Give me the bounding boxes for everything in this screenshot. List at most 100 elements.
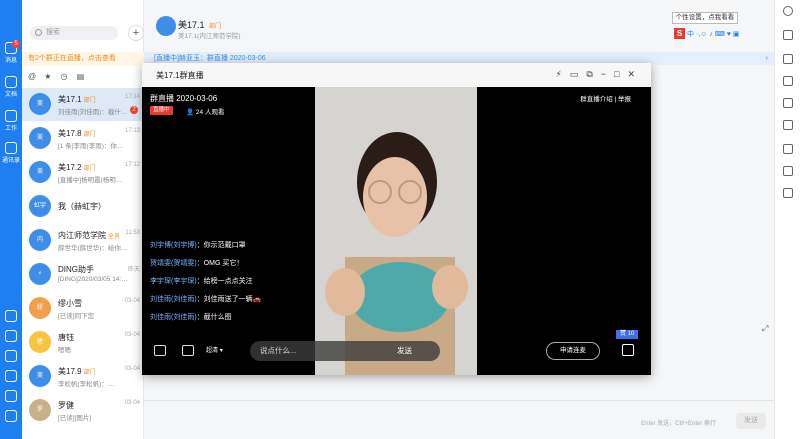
chat-time: 11:53 — [125, 230, 140, 236]
live-window: 美17.1群直播 ⚡▭⧉−□✕ 群直播 2020-03-06 直播中 👤 24 … — [142, 63, 651, 375]
settings-icon — [5, 410, 17, 422]
mention-icon[interactable]: @ — [28, 72, 42, 81]
chat-time: 17:13 — [124, 128, 140, 134]
viewers-icon: 👤 — [186, 109, 195, 116]
comment-send-button[interactable]: 发送 — [397, 341, 412, 361]
chat-item[interactable]: 美 美17.9 部门 李松帆(李松帆)：… 03-04 — [22, 360, 144, 393]
star-icon[interactable]: ★ — [44, 72, 58, 81]
avatar: 美 — [29, 127, 51, 149]
chat-name: 罗健 — [58, 401, 74, 410]
chat-tag: 部门 — [83, 370, 96, 376]
chat-time: 03-04 — [124, 400, 140, 406]
comment-item: 贺靖雯(贺靖雯)：OMG 买它！ — [150, 260, 244, 267]
ime-toolbar[interactable]: S 中 ·,☺ ♪ ⌨ ♥ ▣ — [674, 28, 774, 42]
request-connect-button[interactable]: 申请连麦 — [546, 342, 600, 360]
chat-item[interactable]: 虹宇 我（赫虹宇） — [22, 190, 144, 223]
search-icon — [35, 29, 42, 36]
comment-input[interactable]: 说点什么... 发送 — [250, 341, 440, 361]
chat-item[interactable]: 唐 唐钰 嗯嗯 03-04 — [22, 326, 144, 359]
chat-item[interactable]: 内 内江师范学院 全员 薛世华(薛世华)：给你… 11:53 — [22, 224, 144, 257]
chat-item[interactable]: 美 美17.1 部门 刘佳雨(刘佳雨)：截什… 17:14 2 — [22, 88, 144, 121]
nav-contacts[interactable]: 通讯录 — [0, 142, 22, 164]
send-button[interactable]: 发送 — [736, 413, 766, 429]
nav-tool-6[interactable] — [0, 410, 22, 422]
box-icon[interactable] — [783, 188, 793, 198]
ime-tools-icon: ·,☺ ♪ ⌨ ♥ ▣ — [695, 31, 740, 38]
chat-item[interactable]: 罗 罗健 [已读][图片] 03-04 — [22, 394, 144, 427]
chat-name: 我（赫虹宇） — [58, 202, 106, 211]
nav-tool-1[interactable] — [0, 310, 22, 322]
quality-select[interactable]: 超清 ▾ — [206, 345, 240, 358]
grid-icon — [5, 110, 17, 122]
chevron-right-icon: › — [765, 55, 768, 62]
chat-name: DING助手 — [58, 265, 94, 274]
maximize-icon[interactable]: □ — [614, 69, 627, 79]
stream-title: 群直播 2020-03-06 — [150, 94, 218, 103]
document-icon — [5, 76, 17, 88]
report-link[interactable]: 举报 — [618, 96, 631, 103]
like-thumb-icon[interactable] — [622, 344, 634, 356]
list-icon[interactable]: ▤ — [77, 72, 91, 81]
chat-name: 缪小雪 — [58, 299, 82, 308]
live-notice[interactable]: 有2个群正在直播，点击查看 — [22, 52, 144, 66]
popout-icon[interactable]: ⧉ — [586, 69, 600, 79]
chat-item[interactable]: 美 美17.8 部门 [1 条]李雨(李雨)：你… 17:13 — [22, 122, 144, 155]
close-icon[interactable]: ✕ — [627, 69, 643, 79]
nav-rail: 5 消息 文档 工作 通讯录 — [0, 0, 22, 439]
chat-name: 美17.9 — [58, 367, 82, 376]
comment-item: 刘佳雨(刘佳雨)：刘佳雨送了一辆🚗 — [150, 296, 262, 303]
share-icon[interactable] — [182, 345, 194, 356]
live-window-titlebar[interactable]: 美17.1群直播 ⚡▭⧉−□✕ — [142, 63, 651, 87]
composer[interactable]: Enter 发送，Ctrl+Enter 换行 发送 — [144, 400, 774, 439]
filter-row: @ ★ ◷ ▤ — [28, 72, 144, 84]
nav-tool-2[interactable] — [0, 330, 22, 342]
tooltip: 个性设置，点我看看 — [672, 12, 738, 24]
chat-time: 03-04 — [124, 298, 140, 304]
chat-name: 美17.8 — [58, 129, 82, 138]
pin-icon[interactable]: ⚡ — [555, 69, 569, 79]
comment-list: 刘宇博(刘宇博)：你示范戴口罩 贺靖雯(贺靖雯)：OMG 买它！ 李宇琛(李宇琛… — [150, 237, 261, 327]
live-status-badge: 直播中 — [150, 106, 173, 115]
chart-icon[interactable] — [783, 144, 793, 154]
chat-item[interactable]: 美 美17.2 部门 [直播中]杨明霞(杨明… 17:12 — [22, 156, 144, 189]
ime-mode: 中 — [686, 31, 694, 38]
upload-icon[interactable] — [783, 166, 793, 176]
expand-icon[interactable]: ⤢ — [762, 324, 768, 334]
folder-icon[interactable] — [783, 98, 793, 108]
nav-tool-3[interactable] — [0, 350, 22, 362]
lightning-icon: ⚡ — [29, 263, 51, 285]
nav-messages[interactable]: 5 消息 — [0, 40, 22, 64]
phone-icon — [5, 370, 17, 382]
live-video[interactable] — [315, 87, 477, 375]
live-intro-link[interactable]: 群直播介绍 — [580, 96, 613, 103]
comment-item: 刘宇博(刘宇博)：你示范戴口罩 — [150, 242, 246, 249]
nav-tool-5[interactable] — [0, 390, 22, 402]
comment-item: 李宇琛(李宇琛)：给榜一点点关注 — [150, 278, 253, 285]
comment-toggle-icon[interactable] — [154, 345, 166, 356]
chat-time: 03-04 — [124, 366, 140, 372]
chat-preview: 嗯嗯 — [58, 347, 71, 354]
window-icon[interactable] — [783, 30, 793, 40]
chat-item[interactable]: 缪 缪小雪 [已读]同下您 03-04 — [22, 292, 144, 325]
chat-time: 17:14 — [124, 94, 140, 100]
settings-icon[interactable] — [783, 76, 793, 86]
nav-work[interactable]: 工作 — [0, 110, 22, 132]
clock-icon[interactable]: ◷ — [60, 72, 74, 81]
unread-badge: 2 — [130, 106, 138, 114]
chat-item[interactable]: ⚡ DING助手 [DING]2020/03/05 14:… 昨天 — [22, 258, 144, 291]
pin-icon — [5, 350, 17, 362]
chat-preview: 李松帆(李松帆)：… — [58, 381, 115, 388]
minimize-icon[interactable]: − — [601, 69, 614, 79]
add-button[interactable]: + — [128, 25, 144, 41]
page-title: 美17.1 — [178, 20, 205, 30]
search-input[interactable]: 搜索 — [30, 26, 118, 40]
nav-tool-4[interactable] — [0, 370, 22, 382]
nav-docs[interactable]: 文档 — [0, 76, 22, 98]
chat-tag: 部门 — [83, 98, 96, 104]
calendar-icon[interactable] — [783, 120, 793, 130]
chat-name: 内江师范学院 — [58, 231, 106, 240]
more-icon[interactable] — [783, 6, 793, 16]
screen-icon[interactable]: ▭ — [570, 69, 587, 79]
avatar: 美 — [29, 365, 51, 387]
add-member-icon[interactable] — [783, 54, 793, 64]
